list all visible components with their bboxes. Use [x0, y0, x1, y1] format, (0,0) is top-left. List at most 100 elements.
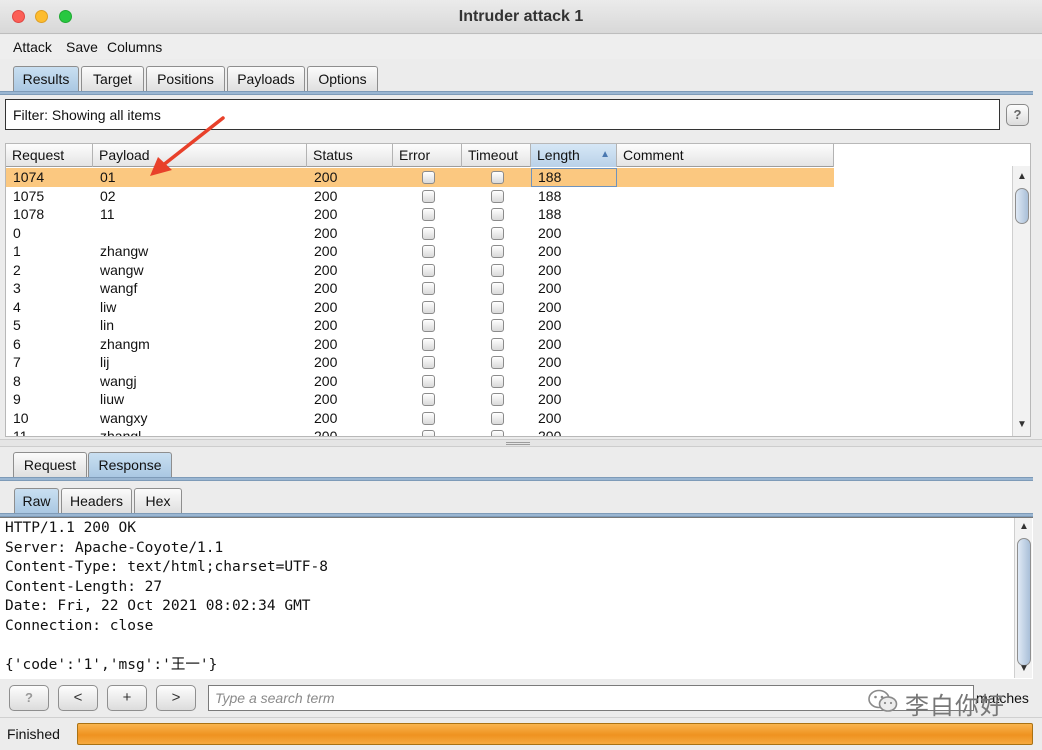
cell-comment	[617, 372, 624, 391]
cell-comment	[617, 298, 624, 317]
menu-attack[interactable]: Attack	[13, 39, 52, 55]
table-row[interactable]: 11 zhangl 200 200	[6, 427, 834, 437]
focused-cell-outline	[531, 168, 617, 187]
search-input[interactable]: Type a search term	[208, 685, 974, 711]
error-checkbox	[422, 208, 435, 221]
cell-length: 200	[538, 372, 562, 389]
error-checkbox	[422, 374, 435, 388]
cell-length: 188	[538, 206, 562, 222]
splitter-grip-icon[interactable]	[506, 442, 530, 445]
column-header-timeout[interactable]: Timeout	[462, 144, 531, 167]
cell-status: 200	[314, 280, 338, 296]
cell-payload: zhangw	[100, 243, 149, 259]
cell-length: 200	[538, 261, 562, 278]
tab-raw[interactable]: Raw	[14, 488, 59, 514]
response-scroll-down-icon[interactable]: ▼	[1015, 662, 1033, 676]
error-checkbox	[422, 263, 435, 277]
tab-positions[interactable]: Positions	[146, 66, 225, 92]
timeout-checkbox	[491, 411, 504, 425]
menu-save[interactable]: Save	[66, 39, 98, 55]
search-help-button[interactable]: ?	[9, 685, 49, 711]
column-header-length[interactable]: Length ▲	[531, 144, 617, 167]
response-viewer[interactable]: HTTP/1.1 200 OK Server: Apache-Coyote/1.1…	[0, 517, 1033, 679]
table-row[interactable]: 4 liw 200 200	[6, 298, 834, 317]
table-row[interactable]: 8 wangj 200 200	[6, 372, 834, 391]
tab-results[interactable]: Results	[13, 66, 79, 92]
cell-comment	[617, 205, 624, 224]
wechat-icon	[868, 689, 898, 712]
table-row[interactable]: 7 lij 200 200	[6, 353, 834, 372]
table-header: Request Payload Status Error Timeout Len…	[6, 144, 834, 167]
timeout-checkbox	[491, 393, 504, 406]
column-header-status[interactable]: Status	[307, 144, 393, 167]
cell-request: 9	[13, 391, 21, 407]
scroll-up-icon[interactable]: ▲	[1013, 170, 1031, 184]
tab-options[interactable]: Options	[307, 66, 378, 92]
cell-payload: 11	[100, 206, 115, 222]
table-row[interactable]: 5 lin 200 200	[6, 316, 834, 335]
error-checkbox	[422, 393, 435, 406]
help-button[interactable]: ?	[1006, 104, 1029, 126]
next-match-button[interactable]: >	[156, 685, 196, 711]
column-header-error[interactable]: Error	[393, 144, 462, 167]
table-row[interactable]: 1074 01 200 188	[6, 168, 834, 187]
response-scrollbar[interactable]: ▲ ▼	[1014, 518, 1032, 678]
tab-response[interactable]: Response	[88, 452, 172, 478]
previous-match-button[interactable]: <	[58, 685, 98, 711]
cell-length: 188	[538, 187, 562, 204]
tab-request[interactable]: Request	[13, 452, 87, 478]
cell-comment	[617, 409, 624, 428]
add-button[interactable]: +	[107, 685, 147, 711]
cell-status: 200	[314, 298, 338, 315]
error-checkbox	[422, 245, 435, 258]
table-row[interactable]: 9 liuw 200 200	[6, 390, 834, 409]
tab-target[interactable]: Target	[81, 66, 144, 92]
progress-bar	[77, 723, 1033, 745]
table-row[interactable]: 1078 11 200 188	[6, 205, 834, 224]
cell-request: 4	[13, 298, 21, 315]
table-row[interactable]: 6 zhangm 200 200	[6, 335, 834, 354]
tab-hex[interactable]: Hex	[134, 488, 182, 514]
response-scroll-up-icon[interactable]: ▲	[1015, 520, 1033, 534]
timeout-checkbox	[491, 171, 504, 184]
scrollbar-thumb[interactable]	[1015, 188, 1029, 224]
scroll-down-icon[interactable]: ▼	[1013, 418, 1031, 432]
response-line	[5, 637, 328, 657]
table-row[interactable]: 1 zhangw 200 200	[6, 242, 834, 261]
cell-status: 200	[314, 428, 338, 437]
menu-columns[interactable]: Columns	[107, 39, 162, 55]
cell-length: 200	[538, 280, 562, 296]
column-header-payload[interactable]: Payload	[93, 144, 307, 167]
cell-request: 1074	[13, 169, 45, 185]
cell-status: 200	[314, 372, 338, 389]
cell-status: 200	[314, 317, 338, 333]
cell-length: 200	[538, 224, 562, 241]
watermark-text: 李白你好	[905, 692, 1005, 720]
pane-splitter[interactable]	[0, 439, 1042, 447]
tab-payloads[interactable]: Payloads	[227, 66, 305, 92]
table-row[interactable]: 0 200 200	[6, 224, 834, 243]
timeout-checkbox	[491, 208, 504, 221]
timeout-checkbox	[491, 189, 504, 203]
cell-request: 11	[13, 428, 28, 437]
response-scrollbar-thumb[interactable]	[1017, 538, 1031, 666]
sort-ascending-icon: ▲	[600, 149, 610, 160]
cell-status: 200	[314, 261, 338, 278]
table-row[interactable]: 10 wangxy 200 200	[6, 409, 834, 428]
response-line: Server: Apache-Coyote/1.1	[5, 539, 224, 556]
table-row[interactable]: 2 wangw 200 200	[6, 261, 834, 280]
filter-bar[interactable]: Filter: Showing all items	[5, 99, 1000, 130]
header-filler	[834, 144, 1010, 167]
cell-length: 200	[538, 243, 562, 259]
tab-headers[interactable]: Headers	[61, 488, 132, 514]
table-scrollbar[interactable]: ▲ ▼	[1012, 166, 1030, 436]
column-header-comment[interactable]: Comment	[617, 144, 834, 167]
cell-request: 1078	[13, 206, 45, 222]
column-header-request[interactable]: Request	[6, 144, 93, 167]
timeout-checkbox	[491, 356, 504, 369]
results-table: Request Payload Status Error Timeout Len…	[5, 143, 1031, 437]
cell-payload: wangw	[100, 261, 144, 278]
table-row[interactable]: 3 wangf 200 200	[6, 279, 834, 298]
table-row[interactable]: 1075 02 200 188	[6, 187, 834, 206]
timeout-checkbox	[491, 337, 504, 351]
